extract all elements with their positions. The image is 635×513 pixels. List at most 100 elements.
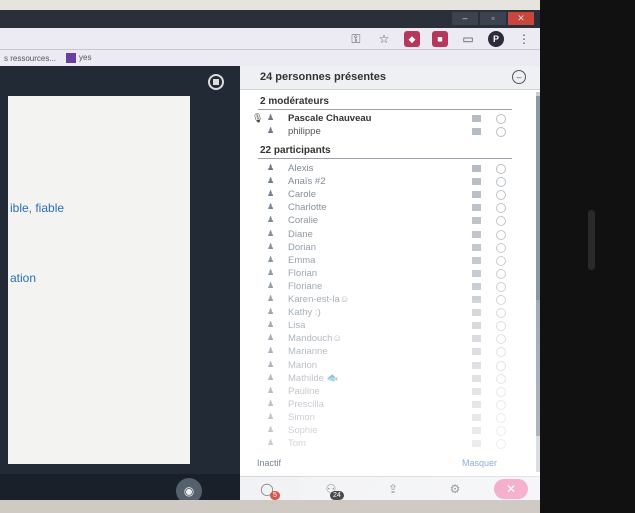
star-icon[interactable]: ☆: [376, 31, 392, 47]
more-options-icon[interactable]: [496, 295, 506, 305]
fullscreen-stop-button[interactable]: [208, 74, 224, 90]
cast-icon[interactable]: ▭: [460, 31, 476, 47]
status-badge: [472, 348, 481, 356]
menu-icon[interactable]: ⋮: [516, 31, 532, 47]
participant-row[interactable]: ♟ Florian: [252, 268, 514, 280]
participant-row[interactable]: ♟ Tom: [252, 438, 514, 450]
more-options-icon[interactable]: [496, 216, 506, 227]
status-badge: [472, 282, 481, 290]
more-options-icon[interactable]: [496, 399, 506, 410]
participant-row[interactable]: ♟ Alexis: [252, 163, 514, 175]
status-badge: [472, 440, 481, 448]
participant-row[interactable]: ♟ Coralie: [252, 215, 514, 227]
user-icon: ♟: [267, 254, 275, 264]
status-badge: [472, 165, 481, 172]
user-icon: ♟: [267, 215, 275, 225]
user-icon: ♟: [267, 307, 275, 317]
participant-name: Kathy :): [288, 307, 321, 319]
more-options-icon[interactable]: [496, 373, 506, 384]
hide-inactive-link[interactable]: Masquer: [462, 458, 497, 468]
extension-icon[interactable]: ◆: [404, 31, 420, 47]
more-options-icon[interactable]: [496, 334, 506, 345]
more-options-icon[interactable]: [496, 439, 506, 450]
user-icon: ♟: [267, 189, 275, 199]
participant-name: Pauline: [288, 385, 320, 397]
participant-row[interactable]: ♟ Marianne: [252, 346, 514, 358]
more-options-icon[interactable]: [496, 229, 506, 240]
participant-name: Sophie: [288, 425, 318, 436]
participant-row[interactable]: ♟ Lisa: [252, 320, 514, 332]
more-options-icon[interactable]: [496, 114, 506, 124]
user-icon: ♟: [267, 411, 275, 421]
participant-row[interactable]: ♟ Dorian: [252, 242, 514, 254]
participant-name: Coralie: [288, 215, 319, 227]
status-badge: [472, 296, 481, 303]
share-button[interactable]: ⇪: [384, 481, 402, 497]
more-options-icon[interactable]: [496, 321, 506, 332]
more-options-icon[interactable]: [496, 268, 506, 279]
more-options-icon[interactable]: [496, 164, 506, 174]
bookmark-item[interactable]: yes: [66, 53, 91, 63]
participant-row[interactable]: ♟ Simon: [252, 412, 514, 424]
participant-row[interactable]: ♟ Mathilde 🐟: [252, 373, 514, 385]
more-options-icon[interactable]: [496, 281, 506, 292]
more-options-icon[interactable]: [496, 360, 506, 371]
settings-button[interactable]: ⚙: [446, 481, 464, 497]
participant-name: Simon: [288, 411, 315, 423]
participant-row[interactable]: ♟ Marion: [252, 360, 514, 372]
leave-button[interactable]: ✕: [494, 479, 528, 499]
slide-text: ible, fiable: [10, 201, 65, 215]
more-options-icon[interactable]: [496, 308, 506, 319]
more-options-icon[interactable]: [496, 242, 506, 253]
profile-avatar[interactable]: P: [488, 31, 504, 47]
moderator-row[interactable]: 🎙 ♟ Pascale Chauveau: [252, 113, 514, 125]
user-icon: ♟: [267, 438, 275, 448]
participant-row[interactable]: ♟ Mandouch☺: [252, 333, 514, 345]
participant-row[interactable]: ♟ Pauline: [252, 386, 514, 398]
more-options-icon[interactable]: [496, 190, 506, 201]
participant-row[interactable]: ♟ Emma: [252, 255, 514, 267]
close-window-button[interactable]: ✕: [508, 12, 534, 25]
bookmark-item[interactable]: s ressources...: [4, 54, 56, 63]
more-options-icon[interactable]: [496, 386, 506, 397]
participant-name: Diane: [288, 228, 313, 240]
user-icon: ♟: [267, 267, 275, 277]
status-badge: [472, 115, 481, 122]
participant-row[interactable]: ♟ Kathy :): [252, 307, 514, 319]
status-badge: [472, 309, 481, 317]
more-options-icon[interactable]: [496, 255, 506, 266]
chat-unread-badge: 5: [270, 491, 280, 500]
user-icon: ♟: [267, 398, 275, 408]
monitor-side-slot: [588, 210, 595, 270]
participant-row[interactable]: ♟ Floriane: [252, 281, 514, 293]
more-options-icon[interactable]: [496, 412, 506, 423]
user-icon: ♟: [267, 280, 275, 290]
maximize-button[interactable]: ▫: [480, 12, 506, 25]
more-options-icon[interactable]: [496, 203, 506, 214]
share-icon: ⇪: [387, 482, 399, 496]
user-icon: ♟: [267, 385, 275, 395]
moderator-row[interactable]: ♟ philippe: [252, 126, 514, 138]
section-divider: [258, 158, 512, 159]
participant-row[interactable]: ♟ Charlotte: [252, 202, 514, 214]
extension-icon[interactable]: ■: [432, 31, 448, 47]
key-icon[interactable]: ⚿: [348, 31, 364, 47]
status-badge: [472, 361, 481, 369]
participant-name: Karen-est-la☺: [288, 294, 350, 305]
minimize-button[interactable]: –: [452, 12, 478, 25]
moderator-name: philippe: [288, 126, 321, 137]
status-badge: [472, 335, 481, 343]
participant-row[interactable]: ♟ Sophie: [252, 425, 514, 437]
participants-panel: 24 personnes présentes – 2 modérateurs 🎙…: [240, 66, 542, 500]
participant-row[interactable]: ♟ Carole: [252, 189, 514, 201]
participant-row[interactable]: ♟ Diane: [252, 229, 514, 241]
participant-row[interactable]: ♟ Karen-est-la☺: [252, 294, 514, 306]
more-options-icon[interactable]: [496, 177, 506, 188]
more-options-icon[interactable]: [496, 127, 506, 137]
participant-row[interactable]: ♟ Prescilla: [252, 399, 514, 411]
panel-options-button[interactable]: –: [512, 70, 526, 84]
more-options-icon[interactable]: [496, 426, 506, 436]
more-options-icon[interactable]: [496, 347, 506, 358]
user-icon: ♟: [267, 333, 275, 343]
participant-row[interactable]: ♟ Anaïs #2: [252, 176, 514, 188]
